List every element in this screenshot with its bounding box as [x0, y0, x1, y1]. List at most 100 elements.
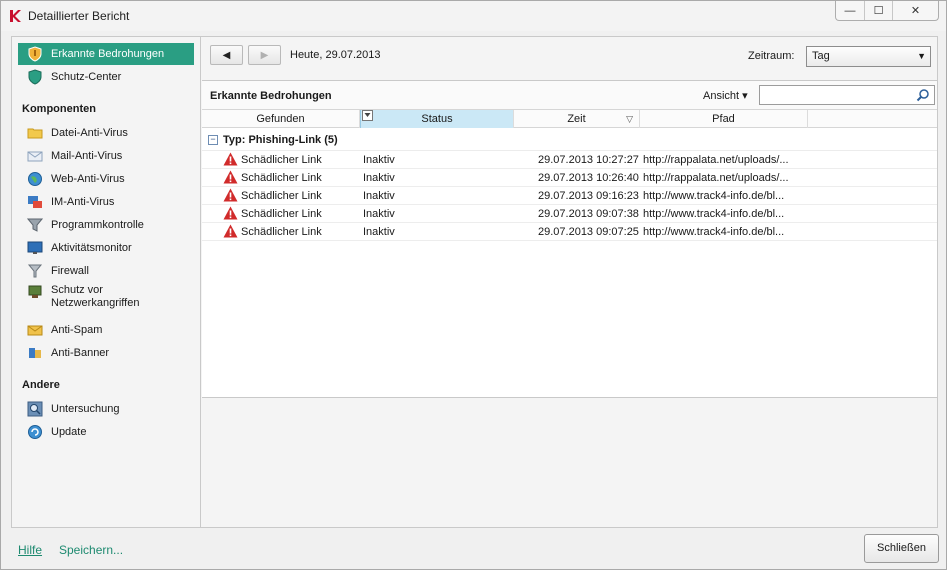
shield-icon: [28, 46, 42, 62]
column-header-row: Gefunden Status Zeit ▽ Pfad: [202, 109, 937, 128]
shield-icon: [28, 69, 42, 85]
collapse-icon[interactable]: −: [208, 135, 218, 145]
save-link[interactable]: Speichern...: [59, 543, 123, 557]
cell-path: http://rappalata.net/uploads/...: [643, 172, 789, 184]
table-row[interactable]: Schädlicher Link Inaktiv 29.07.2013 10:2…: [202, 151, 937, 169]
chat-icon: [28, 196, 42, 208]
arrow-right-icon: ▶: [260, 49, 269, 61]
cell-path: http://www.track4-info.de/bl...: [643, 208, 785, 220]
search-icon[interactable]: [916, 88, 930, 102]
range-select[interactable]: Tag ▼: [806, 46, 931, 67]
sidebar-item-mail-antivirus[interactable]: Mail-Anti-Virus: [18, 145, 194, 167]
cell-status: Inaktiv: [363, 226, 395, 238]
sidebar-item-label: Update: [51, 425, 87, 438]
mail-icon: [27, 151, 43, 162]
sidebar-item-network-attack-protection[interactable]: Schutz vor Netzwerkangriffen: [18, 282, 194, 312]
panel-header: Erkannte Bedrohungen Ansicht ▾: [202, 81, 937, 109]
sidebar-item-anti-spam[interactable]: Anti-Spam: [18, 319, 194, 341]
sidebar-item-label: Erkannte Bedrohungen: [51, 47, 165, 60]
cell-path: http://rappalata.net/uploads/...: [643, 154, 789, 166]
sidebar-item-firewall[interactable]: Firewall: [18, 260, 194, 282]
cell-time: 29.07.2013 10:27:27: [538, 154, 639, 166]
table-row[interactable]: Schädlicher Link Inaktiv 29.07.2013 09:0…: [202, 205, 937, 223]
close-window-button[interactable]: ✕: [892, 1, 938, 20]
forward-button[interactable]: ▶: [248, 45, 281, 65]
folder-icon: [27, 128, 43, 139]
cell-time: 29.07.2013 09:16:23: [538, 190, 639, 202]
warning-icon: [223, 224, 238, 238]
cell-found: Schädlicher Link: [241, 154, 322, 166]
sidebar-item-protection-center[interactable]: Schutz-Center: [18, 66, 194, 88]
cell-path: http://www.track4-info.de/bl...: [643, 190, 785, 202]
help-link[interactable]: Hilfe: [18, 543, 42, 557]
cell-status: Inaktiv: [363, 154, 395, 166]
column-header-label: Status: [421, 113, 453, 125]
sidebar-item-im-antivirus[interactable]: IM-Anti-Virus: [18, 191, 194, 213]
cell-found: Schädlicher Link: [241, 226, 322, 238]
update-icon: [28, 425, 42, 439]
close-button[interactable]: Schließen: [864, 534, 939, 563]
sidebar-item-web-antivirus[interactable]: Web-Anti-Virus: [18, 168, 194, 190]
panel-title: Erkannte Bedrohungen: [210, 90, 332, 102]
sidebar-item-label-line1: Schutz vor: [51, 284, 103, 296]
sidebar-item-label: Schutz vor Netzwerkangriffen: [51, 284, 139, 310]
sidebar-item-file-antivirus[interactable]: Datei-Anti-Virus: [18, 122, 194, 144]
cell-status: Inaktiv: [363, 190, 395, 202]
sidebar-item-detected-threats[interactable]: Erkannte Bedrohungen: [18, 43, 194, 65]
components-heading: Komponenten: [22, 103, 96, 115]
banner-icon: [29, 348, 41, 358]
sidebar-item-label: Untersuchung: [51, 402, 120, 415]
scan-icon: [27, 401, 43, 417]
sidebar-item-scan[interactable]: Untersuchung: [18, 398, 194, 420]
table-row[interactable]: Schädlicher Link Inaktiv 29.07.2013 09:1…: [202, 187, 937, 205]
report-window: Detaillierter Bericht — ☐ ✕ Erkannte Bed…: [0, 0, 947, 570]
warning-icon: [223, 206, 238, 220]
threats-panel: Erkannte Bedrohungen Ansicht ▾ Gefunden: [202, 80, 937, 398]
cell-time: 29.07.2013 09:07:38: [538, 208, 639, 220]
chevron-down-icon: ▼: [917, 51, 926, 61]
column-header-path[interactable]: Pfad: [640, 110, 808, 128]
cell-status: Inaktiv: [363, 208, 395, 220]
sidebar-item-label: Schutz-Center: [51, 70, 122, 83]
maximize-button[interactable]: ☐: [864, 1, 892, 20]
sidebar-item-anti-banner[interactable]: Anti-Banner: [18, 342, 194, 364]
arrow-left-icon: ◀: [222, 49, 231, 61]
sidebar-item-label: Mail-Anti-Virus: [51, 149, 123, 162]
envelope-icon: [27, 325, 43, 336]
funnel-icon: [27, 218, 43, 232]
sidebar: Erkannte Bedrohungen Schutz-Center Kompo…: [12, 37, 201, 527]
back-button[interactable]: ◀: [210, 45, 243, 65]
view-menu[interactable]: Ansicht ▾: [703, 89, 748, 102]
sidebar-item-label: Programmkontrolle: [51, 218, 144, 231]
current-date: Heute, 29.07.2013: [290, 49, 381, 61]
warning-icon: [223, 188, 238, 202]
sidebar-item-label: Anti-Spam: [51, 323, 103, 336]
cell-status: Inaktiv: [363, 172, 395, 184]
cell-found: Schädlicher Link: [241, 190, 322, 202]
warning-icon: [223, 170, 238, 184]
minimize-button[interactable]: —: [836, 1, 864, 20]
column-header-found[interactable]: Gefunden: [202, 110, 360, 128]
group-row-phishing[interactable]: − Typ: Phishing-Link (5): [202, 129, 937, 151]
sidebar-item-label-line2: Netzwerkangriffen: [51, 297, 140, 309]
kaspersky-logo-icon: [10, 10, 21, 22]
table-row[interactable]: Schädlicher Link Inaktiv 29.07.2013 10:2…: [202, 169, 937, 187]
title-bar: Detaillierter Bericht — ☐ ✕: [1, 1, 946, 31]
sidebar-item-update[interactable]: Update: [18, 421, 194, 443]
cell-found: Schädlicher Link: [241, 172, 322, 184]
sidebar-item-activity-monitor[interactable]: Aktivitätsmonitor: [18, 237, 194, 259]
group-label: Typ: Phishing-Link (5): [223, 134, 338, 146]
filter-icon[interactable]: [362, 110, 373, 121]
main-pane: ◀ ▶ Heute, 29.07.2013 Zeitraum: Tag ▼ Er…: [202, 37, 937, 527]
content-area: Erkannte Bedrohungen Schutz-Center Kompo…: [11, 36, 938, 528]
column-header-status[interactable]: Status: [360, 110, 514, 128]
search-input[interactable]: [759, 85, 935, 105]
column-header-time[interactable]: Zeit ▽: [514, 110, 640, 128]
cell-path: http://www.track4-info.de/bl...: [643, 226, 785, 238]
sidebar-item-label: IM-Anti-Virus: [51, 195, 115, 208]
sidebar-item-program-control[interactable]: Programmkontrolle: [18, 214, 194, 236]
column-header-label: Zeit: [567, 113, 586, 125]
table-row[interactable]: Schädlicher Link Inaktiv 29.07.2013 09:0…: [202, 223, 937, 241]
window-title: Detaillierter Bericht: [28, 9, 130, 23]
window-controls: — ☐ ✕: [835, 1, 939, 21]
